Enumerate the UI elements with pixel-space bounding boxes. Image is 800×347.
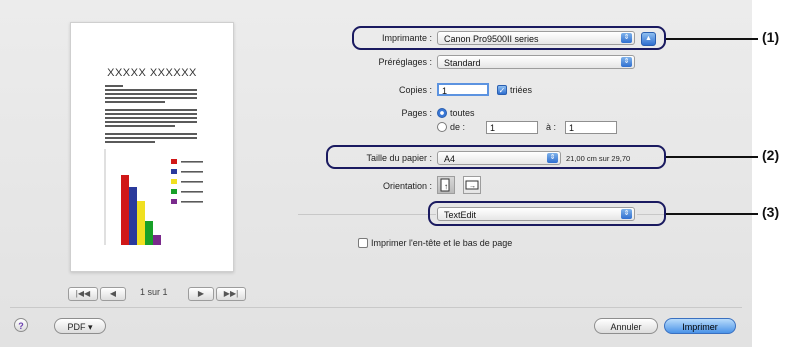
preview-legend-swatch bbox=[171, 159, 177, 164]
previous-page-button[interactable]: ◀ bbox=[100, 287, 126, 301]
landscape-icon: → bbox=[465, 180, 479, 190]
first-page-button[interactable]: |◀◀ bbox=[68, 287, 98, 301]
portrait-orientation-button[interactable]: ↑ bbox=[437, 176, 455, 194]
bottom-separator bbox=[10, 307, 742, 308]
preview-legend-line bbox=[181, 191, 203, 193]
last-page-button[interactable]: ▶▶| bbox=[216, 287, 246, 301]
header-footer-label: Imprimer l'en-tête et le bas de page bbox=[371, 238, 513, 248]
svg-text:→: → bbox=[469, 183, 476, 190]
preview-chart-bar bbox=[137, 201, 145, 245]
callout-2-leader bbox=[666, 156, 758, 158]
preview-bar-chart bbox=[104, 149, 203, 245]
preview-chart-bar bbox=[121, 175, 129, 245]
callout-3-outline bbox=[428, 201, 666, 226]
header-footer-checkbox[interactable] bbox=[358, 238, 368, 248]
svg-text:↑: ↑ bbox=[444, 182, 448, 191]
callout-1-number: (1) bbox=[762, 29, 780, 45]
copies-input[interactable]: 1 bbox=[437, 83, 489, 96]
preview-chart-bar bbox=[153, 235, 161, 245]
preview-legend-swatch bbox=[171, 179, 177, 184]
presets-label: Préréglages : bbox=[378, 57, 432, 67]
pages-label: Pages : bbox=[401, 108, 432, 118]
pages-range-radio[interactable] bbox=[437, 122, 447, 132]
callout-3-leader bbox=[666, 213, 758, 215]
preview-legend-swatch bbox=[171, 199, 177, 204]
copies-label: Copies : bbox=[398, 85, 432, 95]
preview-chart-bar bbox=[145, 221, 153, 245]
pages-all-label: toutes bbox=[450, 108, 475, 118]
pages-to-input[interactable]: 1 bbox=[565, 121, 617, 134]
page-preview: XXXXX XXXXXX bbox=[70, 22, 234, 272]
callout-1-leader bbox=[666, 38, 758, 40]
portrait-icon: ↑ bbox=[440, 178, 450, 192]
preview-legend-line bbox=[181, 161, 203, 163]
preview-legend-line bbox=[181, 171, 203, 173]
collated-label: triées bbox=[510, 85, 533, 95]
pdf-menu-button[interactable]: PDF ▾ bbox=[54, 318, 106, 334]
popup-arrows-icon: ⇕ bbox=[621, 57, 632, 67]
orientation-label: Orientation : bbox=[382, 181, 432, 191]
page-indicator: 1 sur 1 bbox=[140, 287, 168, 297]
pages-to-label: à : bbox=[546, 122, 557, 132]
preview-legend-swatch bbox=[171, 169, 177, 174]
callout-2-outline bbox=[326, 145, 666, 169]
presets-popup[interactable]: Standard ⇕ bbox=[437, 55, 635, 69]
callout-2-number: (2) bbox=[762, 147, 780, 163]
callout-1-outline bbox=[352, 26, 666, 50]
print-dialog: XXXXX XXXXXX |◀◀ ◀ 1 sur 1 ▶ ▶▶| Imprima… bbox=[0, 0, 779, 347]
preview-legend-swatch bbox=[171, 189, 177, 194]
separator-left bbox=[298, 214, 436, 215]
help-button[interactable]: ? bbox=[14, 318, 28, 332]
pages-all-radio[interactable] bbox=[437, 108, 447, 118]
landscape-orientation-button[interactable]: → bbox=[463, 176, 481, 194]
cancel-button[interactable]: Annuler bbox=[594, 318, 658, 334]
callout-3-number: (3) bbox=[762, 204, 780, 220]
print-button[interactable]: Imprimer bbox=[664, 318, 736, 334]
preview-legend-line bbox=[181, 181, 203, 183]
pages-from-label: de : bbox=[450, 122, 466, 132]
collated-checkbox[interactable]: ✓ bbox=[497, 85, 507, 95]
next-page-button[interactable]: ▶ bbox=[188, 287, 214, 301]
preview-chart-bar bbox=[129, 187, 137, 245]
pages-from-input[interactable]: 1 bbox=[486, 121, 538, 134]
presets-value: Standard bbox=[444, 58, 481, 68]
preview-legend-line bbox=[181, 201, 203, 203]
